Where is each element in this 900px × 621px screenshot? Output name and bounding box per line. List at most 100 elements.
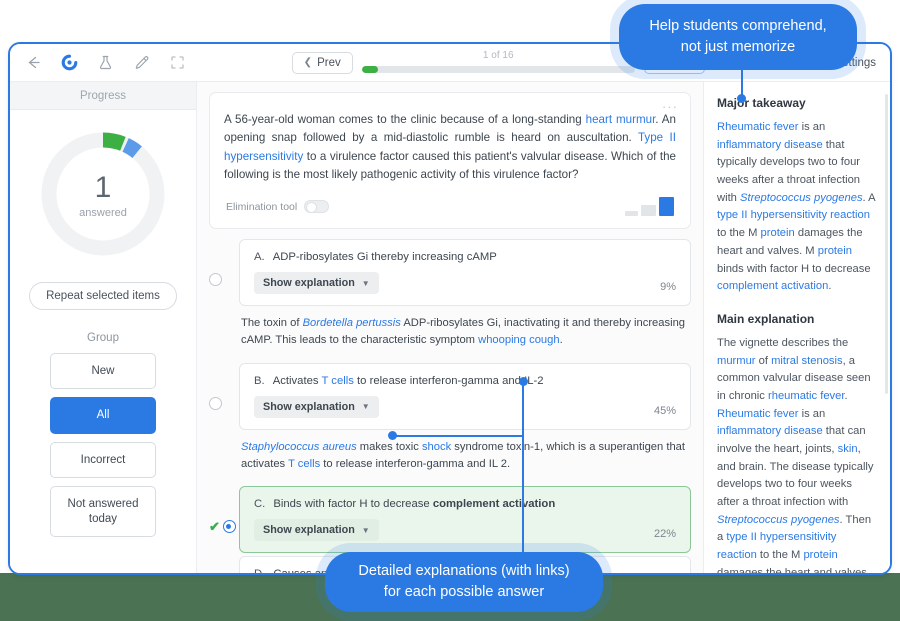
exp-link-2[interactable]: T cells — [288, 458, 320, 470]
progress-track — [361, 65, 635, 73]
group-filter-not-answered-today[interactable]: Not answered today — [50, 486, 156, 537]
takeaway-link-protein-2[interactable]: protein — [818, 245, 852, 257]
answer-radio-button[interactable] — [222, 520, 236, 534]
back-arrow-icon[interactable] — [24, 53, 43, 72]
takeaway-link-complement-activation[interactable]: complement activation — [717, 280, 828, 292]
show-explanation-button[interactable]: Show explanation ▼ — [254, 395, 379, 418]
answer-text-row: A. ADP-ribosylates Gi thereby increasing … — [254, 251, 676, 263]
answer-radio-button[interactable] — [209, 273, 222, 287]
callout-top-line-2: not just memorize — [680, 39, 796, 55]
explanation-sidebar: Major takeaway Rheumatic fever is an inf… — [703, 82, 890, 575]
answer-explanation: Staphylococcus aureus makes toxic shock … — [239, 430, 691, 484]
show-explanation-label: Show explanation — [263, 277, 355, 290]
takeaway-link-rheumatic-fever[interactable]: Rheumatic fever — [717, 121, 798, 133]
main-t10: damages the heart and valves. M — [717, 566, 870, 575]
answer-percentage: 22% — [653, 528, 676, 541]
answer-letter: D. — [254, 568, 266, 575]
takeaway-link-inflammatory-disease[interactable]: inflammatory disease — [717, 139, 823, 151]
main-t1: The vignette describes the — [717, 336, 849, 349]
highlighter-pen-icon[interactable] — [132, 53, 151, 72]
repeat-selected-items-button[interactable]: Repeat selected items — [29, 282, 177, 310]
exp-link[interactable]: shock — [422, 441, 451, 453]
callout-detailed-explanations: Detailed explanations (with links) for e… — [325, 552, 603, 612]
answer-select-control[interactable] — [209, 273, 222, 287]
takeaway-link-strep-pyogenes[interactable]: Streptococcus pyogenes — [740, 192, 863, 204]
callout-bottom-line-1: Detailed explanations (with links) — [358, 562, 570, 579]
explanation-scrollbar[interactable] — [885, 94, 888, 394]
callout-top-line-1: Help students comprehend, — [649, 17, 827, 34]
answer-select-control[interactable] — [209, 396, 222, 410]
flask-icon[interactable] — [96, 53, 115, 72]
question-card: ··· A 56-year-old woman comes to the cli… — [209, 92, 691, 230]
exp-italic-link[interactable]: Staphylococcus aureus — [241, 441, 357, 453]
callout-top-connector-dot — [737, 94, 746, 103]
exp-pre: The toxin of — [241, 317, 303, 330]
main-t2: of — [755, 354, 772, 367]
answer-text-link[interactable]: T cells — [321, 375, 353, 387]
elimination-tool-toggle[interactable] — [304, 200, 330, 214]
logo-icon[interactable] — [60, 53, 79, 72]
answer-card[interactable]: A. ADP-ribosylates Gi thereby increasing … — [239, 239, 691, 307]
main-link-inflammatory-disease[interactable]: inflammatory disease — [717, 425, 823, 437]
main-link-skin[interactable]: skin — [838, 443, 858, 455]
group-filter-incorrect[interactable]: Incorrect — [50, 441, 156, 479]
takeaway-link-protein-1[interactable]: protein — [761, 227, 795, 239]
elimination-tool-label: Elimination tool — [226, 200, 298, 213]
main-explanation-text: The vignette describes the murmur of mit… — [717, 335, 877, 575]
takeaway-link-type-ii[interactable]: type II hypersensitivity reaction — [717, 209, 870, 221]
answer-card[interactable]: C. Binds with factor H to decrease comple… — [239, 486, 691, 554]
stem-text-1: A 56-year-old woman comes to the clinic … — [224, 113, 586, 126]
main-link-strep-pyogenes[interactable]: Streptococcus pyogenes — [717, 514, 840, 526]
main-link-protein-1[interactable]: protein — [803, 549, 837, 561]
answer-option-b: B. Activates T cells to release interfero… — [209, 362, 691, 484]
question-tools-row: Elimination tool — [224, 197, 676, 217]
callout-help-students: Help students comprehend, not just memor… — [619, 4, 857, 70]
prev-button[interactable]: ❮ Prev — [291, 51, 353, 74]
answer-percentage: 9% — [660, 281, 676, 294]
answered-count: 1 — [94, 171, 112, 204]
answer-option-c: ✔ C. Binds with factor H to decrease compl… — [209, 486, 691, 554]
stem-link-heart-murmur[interactable]: heart murmur — [586, 113, 656, 126]
elimination-tool[interactable]: Elimination tool — [226, 200, 330, 214]
group-filter-all[interactable]: All — [50, 397, 156, 434]
answer-list: A. ADP-ribosylates Gi thereby increasing … — [209, 239, 691, 575]
progress-sidebar: Progress 1 answered Repeat selected item… — [10, 82, 197, 573]
answer-text: Activates T cells to release interferon-… — [273, 375, 544, 387]
answered-caption: answered — [79, 207, 127, 219]
answer-text-pre: Binds with factor H to decrease — [273, 498, 433, 511]
progress-bar[interactable]: 1 of 16 — [361, 50, 635, 73]
exp-italic-link[interactable]: Bordetella pertussis — [303, 317, 401, 329]
chevron-down-icon: ▼ — [361, 278, 370, 288]
question-stem: A 56-year-old woman comes to the clinic … — [224, 111, 676, 184]
question-panel: ··· A 56-year-old woman comes to the cli… — [197, 82, 703, 575]
app-window: ❮ Prev 1 of 16 Next ❯ Settin — [8, 42, 892, 575]
exp-post: to release interferon-gamma and IL 2. — [320, 457, 511, 470]
answer-select-control[interactable]: ✔ — [209, 520, 236, 534]
show-explanation-button[interactable]: Show explanation ▼ — [254, 272, 379, 295]
main-t4: . — [844, 389, 848, 402]
screenshot-root: ❮ Prev 1 of 16 Next ❯ Settin — [0, 0, 900, 621]
explanation-content: Major takeaway Rheumatic fever is an inf… — [704, 82, 890, 575]
show-explanation-label: Show explanation — [263, 400, 355, 413]
main-link-mitral-stenosis[interactable]: mitral stenosis — [771, 355, 843, 367]
answer-explanation: The toxin of Bordetella pertussis ADP-ri… — [239, 306, 691, 360]
more-options-icon[interactable]: ··· — [662, 99, 678, 114]
show-explanation-label: Show explanation — [263, 524, 355, 537]
fullscreen-icon[interactable] — [168, 53, 187, 72]
takeaway-t4: to the M — [717, 227, 761, 240]
group-filter-new[interactable]: New — [50, 353, 156, 390]
main-link-rheumatic-fever-2[interactable]: Rheumatic fever — [717, 408, 798, 420]
callout-bottom-dot-upper — [519, 377, 528, 386]
main-link-murmur[interactable]: murmur — [717, 355, 756, 367]
exp-pre: makes toxic — [356, 440, 422, 453]
answer-radio-button[interactable] — [209, 396, 222, 410]
answer-text-row: C. Binds with factor H to decrease comple… — [254, 498, 676, 510]
group-filter-list: New All Incorrect Not answered today — [50, 353, 156, 537]
progress-donut-chart: 1 answered — [37, 128, 169, 260]
show-explanation-button[interactable]: Show explanation ▼ — [254, 519, 379, 542]
answer-card[interactable]: B. Activates T cells to release interfero… — [239, 362, 691, 430]
chevron-down-icon: ▼ — [361, 402, 370, 412]
donut-center-label: 1 answered — [37, 128, 169, 260]
main-link-rheumatic-fever-1[interactable]: rheumatic fever — [768, 390, 844, 402]
exp-link[interactable]: whooping cough — [478, 334, 560, 346]
